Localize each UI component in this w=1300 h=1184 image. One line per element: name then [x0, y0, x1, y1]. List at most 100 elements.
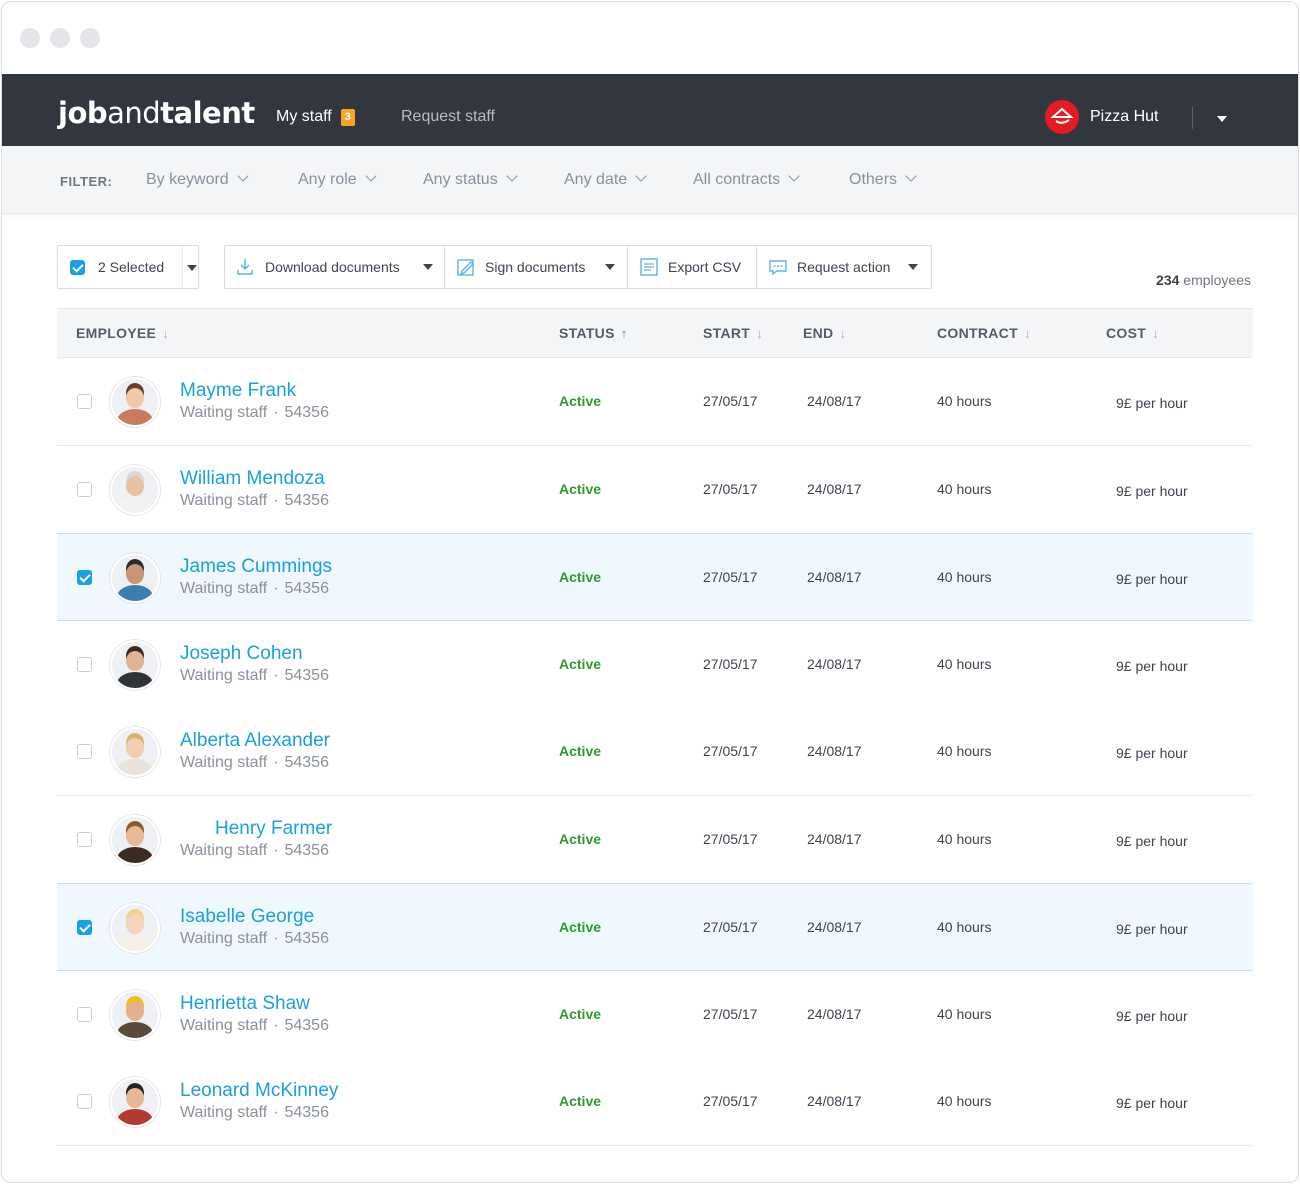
- employee-name-link[interactable]: Leonard McKinney: [180, 1080, 338, 1102]
- filter-all-contracts[interactable]: All contracts: [693, 170, 800, 189]
- caret-down-icon: [423, 264, 433, 270]
- column-header-contract[interactable]: CONTRACT ↓: [937, 325, 1031, 341]
- contract-hours: 40 hours: [937, 919, 992, 935]
- column-header-cost[interactable]: COST ↓: [1106, 325, 1159, 341]
- end-date: 24/08/17: [807, 480, 862, 497]
- sign-documents-button[interactable]: Sign documents: [444, 246, 627, 288]
- window-close-dot[interactable]: [20, 28, 40, 48]
- avatar[interactable]: [110, 377, 160, 427]
- row-checkbox[interactable]: [77, 1006, 92, 1022]
- nav-my-staff[interactable]: My staff 3: [276, 108, 355, 126]
- row-checkbox[interactable]: [77, 744, 92, 759]
- request-action-button[interactable]: Request action: [756, 246, 931, 288]
- start-header-label: START: [703, 325, 751, 341]
- employee-role-label: Waiting staff: [180, 666, 268, 684]
- filter-keyword-label: By keyword: [146, 171, 229, 188]
- nav-divider: [1192, 107, 1193, 129]
- contract-hours: 40 hours: [937, 743, 992, 759]
- hourly-cost: 9£ per hour: [1116, 657, 1188, 674]
- table-row[interactable]: Henrietta Shaw Waiting staff · 54356 Active 2…: [57, 970, 1253, 1059]
- sign-pen-icon: [457, 259, 474, 276]
- filter-by-keyword[interactable]: By keyword: [146, 170, 249, 189]
- table-row[interactable]: James Cummings Waiting staff · 54356 Active 2…: [57, 533, 1253, 621]
- caret-down-icon: [605, 264, 615, 270]
- contract-hours: 40 hours: [937, 1005, 992, 1022]
- nav-request-staff[interactable]: Request staff: [401, 108, 495, 126]
- row-checkbox[interactable]: [77, 656, 92, 672]
- row-checkbox[interactable]: [77, 831, 92, 847]
- separator-dot: ·: [273, 930, 279, 947]
- employee-name-link[interactable]: Joseph Cohen: [180, 643, 303, 665]
- my-staff-count-badge: 3: [340, 109, 355, 126]
- avatar[interactable]: [110, 464, 160, 515]
- employee-role-label: Waiting staff: [180, 841, 268, 859]
- window-maximize-dot[interactable]: [80, 28, 100, 48]
- contract-header-label: CONTRACT: [937, 325, 1018, 341]
- employee-name-link[interactable]: William Mendoza: [180, 468, 325, 490]
- employee-role: Waiting staff · 54356: [180, 404, 329, 422]
- employee-name-link[interactable]: Henry Farmer: [215, 818, 332, 840]
- table-row[interactable]: Joseph Cohen Waiting staff · 54356 Active 27/…: [57, 620, 1253, 709]
- employee-header-label: EMPLOYEE: [76, 325, 157, 341]
- avatar[interactable]: [110, 814, 160, 865]
- column-header-end[interactable]: END ↓: [803, 325, 846, 341]
- column-header-status[interactable]: STATUS ↑: [559, 325, 628, 341]
- column-header-start[interactable]: START ↓: [703, 325, 763, 341]
- start-date: 27/05/17: [703, 830, 758, 847]
- contract-hours: 40 hours: [937, 569, 992, 585]
- table-row[interactable]: Isabelle George Waiting staff · 54356 Active…: [57, 883, 1253, 971]
- status-badge: Active: [559, 743, 602, 759]
- separator-dot: ·: [273, 841, 279, 859]
- employee-name-link[interactable]: Mayme Frank: [180, 380, 296, 402]
- avatar[interactable]: [110, 727, 160, 777]
- avatar[interactable]: [110, 989, 160, 1040]
- export-csv-button[interactable]: Export CSV: [627, 246, 756, 288]
- end-header-label: END: [803, 325, 834, 341]
- table-row[interactable]: Henry Farmer Waiting staff · 54356 Active 27/…: [57, 795, 1253, 884]
- employee-count: 234 employees: [1156, 272, 1251, 288]
- table-row[interactable]: Leonard McKinney Waiting staff · 54356 Activ…: [57, 1058, 1253, 1146]
- avatar[interactable]: [110, 553, 160, 603]
- employee-name-link[interactable]: Alberta Alexander: [180, 730, 330, 752]
- employee-role: Waiting staff · 54356: [180, 492, 329, 510]
- logo-part-and: and: [107, 96, 161, 130]
- window-minimize-dot[interactable]: [50, 28, 70, 48]
- row-checkbox[interactable]: [77, 570, 92, 585]
- avatar[interactable]: [110, 903, 160, 953]
- row-checkbox[interactable]: [77, 481, 92, 497]
- avatar-body: [117, 846, 153, 863]
- employee-name-link[interactable]: Isabelle George: [180, 906, 314, 928]
- filter-role-label: Any role: [298, 171, 357, 188]
- end-date: 24/08/17: [807, 830, 862, 847]
- jobandtalent-logo[interactable]: jobandtalent: [58, 96, 255, 130]
- employee-name-link[interactable]: Henrietta Shaw: [180, 993, 310, 1015]
- avatar[interactable]: [110, 639, 160, 690]
- table-row[interactable]: Mayme Frank Waiting staff · 54356 Active 27/0…: [57, 358, 1253, 446]
- download-documents-button[interactable]: Download documents: [225, 246, 444, 288]
- status-badge: Active: [559, 1093, 602, 1109]
- row-checkbox[interactable]: [77, 1094, 92, 1109]
- filter-any-date[interactable]: Any date: [564, 170, 647, 189]
- avatar[interactable]: [110, 1077, 160, 1127]
- row-checkbox[interactable]: [77, 920, 92, 935]
- select-all-checkbox[interactable]: [70, 260, 85, 275]
- window-titlebar: [2, 2, 1298, 74]
- company-name[interactable]: Pizza Hut: [1090, 108, 1158, 126]
- separator-dot: ·: [273, 491, 279, 509]
- filter-any-status[interactable]: Any status: [423, 170, 518, 189]
- separator-dot: ·: [273, 1016, 279, 1034]
- filter-any-role[interactable]: Any role: [298, 170, 377, 189]
- download-documents-label: Download documents: [265, 259, 400, 275]
- filter-others[interactable]: Others: [849, 170, 917, 189]
- table-row[interactable]: William Mendoza Waiting staff · 54356 Active…: [57, 445, 1253, 534]
- pizza-hut-roof-icon: [1050, 107, 1074, 124]
- employee-id: 54356: [284, 1016, 329, 1034]
- chevron-down-icon: [905, 170, 917, 182]
- employee-name-link[interactable]: James Cummings: [180, 556, 332, 578]
- column-header-employee[interactable]: EMPLOYEE ↓: [76, 325, 169, 341]
- chevron-down-icon: [506, 170, 518, 182]
- selection-dropdown[interactable]: 2 Selected: [57, 245, 199, 289]
- table-row[interactable]: Alberta Alexander Waiting staff · 54356 Acti…: [57, 708, 1253, 796]
- account-menu-caret-icon[interactable]: [1217, 116, 1227, 122]
- row-checkbox[interactable]: [77, 394, 92, 409]
